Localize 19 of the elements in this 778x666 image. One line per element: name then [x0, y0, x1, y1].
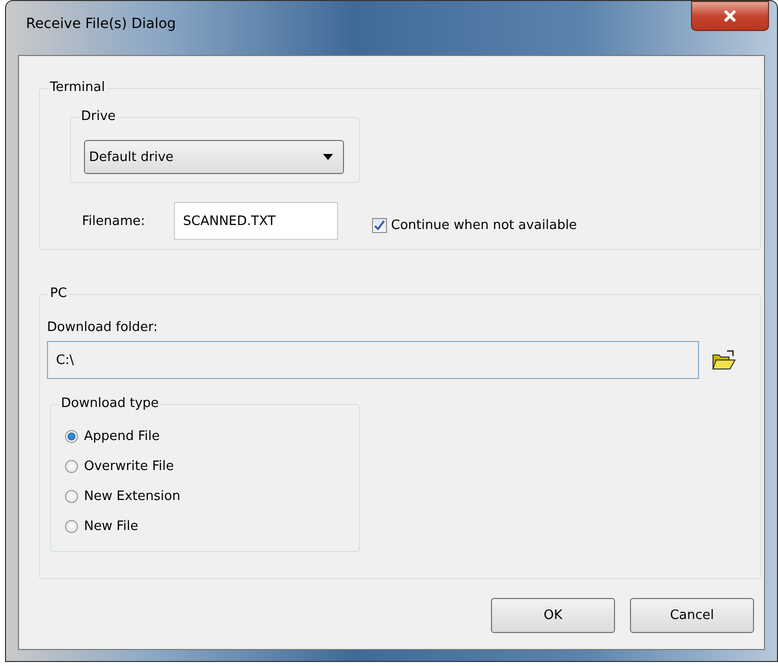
folder-icon[interactable] — [711, 349, 737, 371]
cancel-button[interactable]: Cancel — [630, 598, 754, 633]
download-type-radio[interactable]: Append File — [65, 427, 359, 446]
checkmark-icon — [374, 220, 385, 230]
close-button[interactable] — [691, 1, 769, 31]
group-title: Download type — [59, 395, 161, 413]
download-folder-field[interactable]: C:\ — [47, 341, 699, 379]
filename-field[interactable]: SCANNED.TXT — [174, 202, 338, 240]
download-type-radio[interactable]: Overwrite File — [65, 457, 359, 476]
download-type-radio[interactable]: New File — [65, 517, 359, 536]
ok-button[interactable]: OK — [491, 598, 615, 633]
download-type-radio[interactable]: New Extension — [65, 487, 359, 506]
download-folder-label: Download folder: — [47, 319, 159, 337]
close-icon — [723, 10, 737, 22]
caret-icon — [323, 154, 333, 160]
filename-label: Filename: — [82, 214, 146, 228]
continue-checkbox[interactable]: Continue when not available — [372, 218, 577, 232]
drive-dropdown[interactable]: Default drive — [84, 140, 344, 174]
window-title: Receive File(s) Dialog — [25, 16, 176, 32]
